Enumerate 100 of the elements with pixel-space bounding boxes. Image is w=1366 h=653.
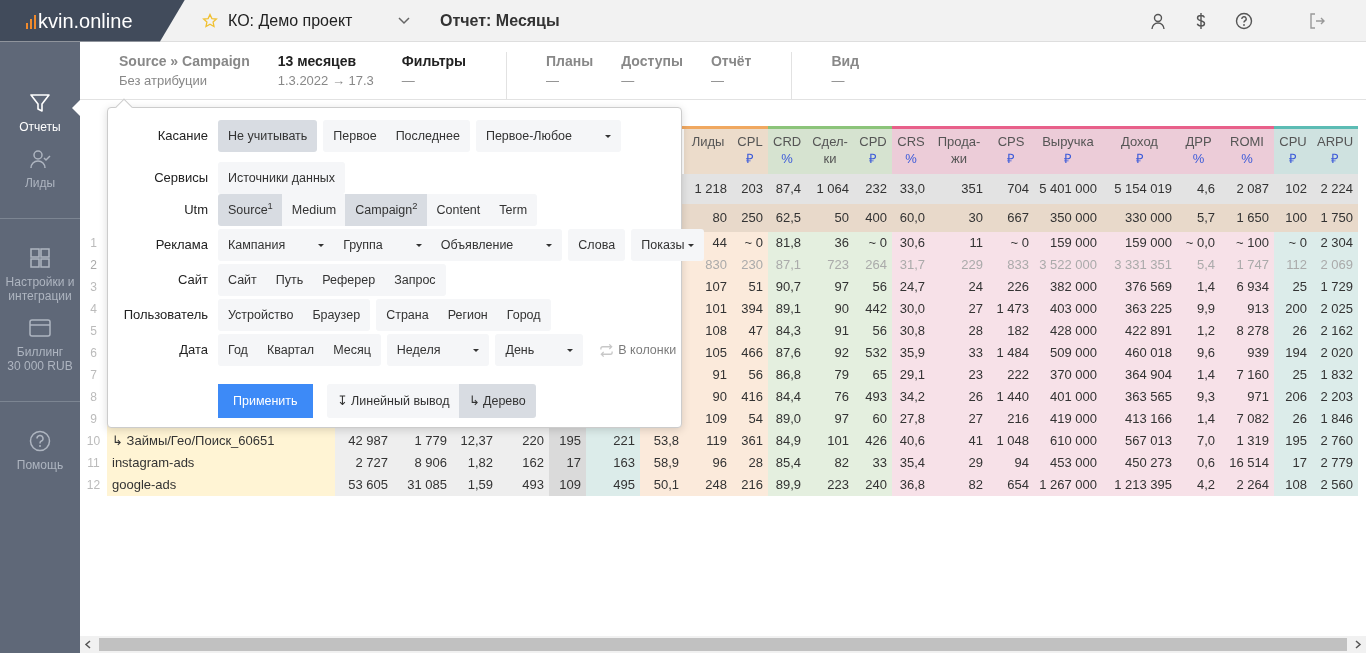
dropdown-caret[interactable] xyxy=(536,229,563,261)
option-button[interactable]: Устройство xyxy=(218,299,304,331)
option-button[interactable]: Сайт xyxy=(218,264,267,296)
option-button[interactable]: Medium xyxy=(281,194,347,226)
user-icon[interactable] xyxy=(1149,11,1167,30)
header-item[interactable]: Source » Campaign xyxy=(119,52,250,70)
table-cell: 62,5 xyxy=(768,203,806,232)
row-number: 2 xyxy=(90,257,97,272)
option-button[interactable]: Источники данных xyxy=(218,162,346,194)
column-header[interactable]: ДРР % xyxy=(1177,127,1220,174)
table-cell: 107 xyxy=(684,275,732,298)
option-button[interactable]: Запрос xyxy=(384,264,446,296)
option-button[interactable]: Последнее xyxy=(385,120,470,152)
column-header[interactable]: CRS % xyxy=(892,127,930,174)
column-header[interactable]: Прода- жи xyxy=(930,127,988,174)
table-cell: ~ 0,0 xyxy=(1177,231,1220,254)
table-cell: 2 264 xyxy=(1220,473,1274,496)
table-cell: 56 xyxy=(854,319,892,342)
option-button[interactable]: Term xyxy=(489,194,538,226)
header-item[interactable]: Фильтры xyxy=(401,52,467,70)
column-header[interactable]: ARPU ₽ xyxy=(1312,127,1358,174)
column-header[interactable]: Лиды xyxy=(684,127,732,174)
table-cell: 65 xyxy=(854,363,892,386)
help-icon[interactable] xyxy=(1235,11,1253,30)
repeat-icon xyxy=(599,342,615,358)
table-cell: 226 xyxy=(988,275,1034,298)
column-header[interactable]: Выручка ₽ xyxy=(1034,127,1102,174)
sidebar-item[interactable]: Отчеты xyxy=(0,92,80,134)
header-item-value: — xyxy=(710,72,725,90)
table-cell: 27 xyxy=(930,297,988,320)
chevron-down-icon[interactable] xyxy=(398,16,410,25)
table-cell: 31,7 xyxy=(892,253,930,276)
option-button[interactable]: Город xyxy=(496,299,551,331)
table-cell: 90 xyxy=(684,385,732,408)
option-button[interactable]: Путь xyxy=(265,264,314,296)
table-cell: 400 xyxy=(854,203,892,232)
star-icon[interactable] xyxy=(202,12,218,29)
output-mode-button[interactable]: ↧ Линейный вывод xyxy=(326,384,460,418)
option-button[interactable]: Source$^{1}$ xyxy=(218,194,283,226)
table-cell: 5 154 019 xyxy=(1102,173,1177,204)
column-header[interactable]: Сдел- ки xyxy=(806,127,854,174)
option-button[interactable]: Показы xyxy=(631,229,704,261)
column-header[interactable]: CPL ₽ xyxy=(732,127,768,174)
scrollbar-thumb[interactable] xyxy=(99,638,1347,651)
column-header[interactable]: Доход ₽ xyxy=(1102,127,1177,174)
option-button[interactable]: Страна xyxy=(376,299,439,331)
option-button[interactable]: Campaign$^{2}$ xyxy=(345,194,428,226)
option-button[interactable]: Группа xyxy=(333,229,407,261)
user-check-icon xyxy=(29,148,51,170)
header-item[interactable]: Планы xyxy=(546,52,594,70)
option-button[interactable]: Квартал xyxy=(256,334,325,366)
table-cell: 422 891 xyxy=(1102,319,1177,342)
option-button[interactable]: День xyxy=(495,334,559,366)
header-label: CRD xyxy=(773,133,801,150)
table-cell: 351 xyxy=(930,173,988,204)
table-cell: 1 832 xyxy=(1312,363,1358,386)
table-cell: 2 162 xyxy=(1312,319,1358,342)
option-button[interactable]: Первое xyxy=(323,120,387,152)
option-button[interactable]: Год xyxy=(218,334,258,366)
header-item[interactable]: Доступы xyxy=(621,52,683,70)
table-cell: 76 xyxy=(806,385,854,408)
table-cell: 36 xyxy=(806,231,854,254)
table-cell: 35,4 xyxy=(892,451,930,474)
table-cell: 394 xyxy=(732,297,768,320)
dropdown-caret[interactable] xyxy=(557,334,584,366)
active-indicator xyxy=(72,100,80,116)
table-cell: 87,6 xyxy=(768,341,806,364)
option-button[interactable]: Месяц xyxy=(323,334,381,366)
column-header[interactable]: CPD ₽ xyxy=(854,127,892,174)
option-button[interactable]: Объявление xyxy=(430,229,538,261)
header-label: Сдел- ки xyxy=(811,133,849,167)
header-item[interactable]: Отчёт xyxy=(710,52,752,70)
column-header[interactable]: CPS ₽ xyxy=(988,127,1034,174)
option-button[interactable]: Реферер xyxy=(312,264,386,296)
option-button[interactable]: Браузер xyxy=(302,299,371,331)
option-button[interactable]: Регион xyxy=(437,299,498,331)
dropdown-caret[interactable] xyxy=(463,334,490,366)
table-cell: 493 xyxy=(498,473,549,496)
option-button[interactable]: Content xyxy=(426,194,491,226)
header-label: Прода- жи xyxy=(936,133,982,167)
header-item[interactable]: 13 месяцев xyxy=(277,52,374,70)
option-button[interactable]: Неделя xyxy=(386,334,465,366)
option-button[interactable]: Первое-Любое xyxy=(475,120,596,152)
output-mode-button[interactable]: ↳ Дерево xyxy=(458,384,536,418)
table-cell: 47 xyxy=(732,319,768,342)
option-button[interactable]: Не учитывать xyxy=(218,120,318,152)
table-cell: 89,9 xyxy=(768,473,806,496)
logout-icon[interactable] xyxy=(1308,11,1326,30)
row-number: 9 xyxy=(90,411,97,426)
horizontal-scrollbar[interactable] xyxy=(80,636,1366,653)
option-button[interactable]: Слова xyxy=(568,229,626,261)
column-header[interactable]: ROMI % xyxy=(1220,127,1274,174)
table-cell: 26 xyxy=(1274,319,1312,342)
dropdown-caret[interactable] xyxy=(595,120,621,152)
project-selector[interactable]: КО: Демо проект xyxy=(228,8,398,33)
logo[interactable]: kvin.online xyxy=(38,10,133,31)
header-item[interactable]: Вид xyxy=(831,52,860,70)
column-header[interactable]: CPU ₽ xyxy=(1274,127,1312,174)
column-header[interactable]: CRD % xyxy=(768,127,806,174)
option-button[interactable]: Кампания xyxy=(218,229,310,261)
